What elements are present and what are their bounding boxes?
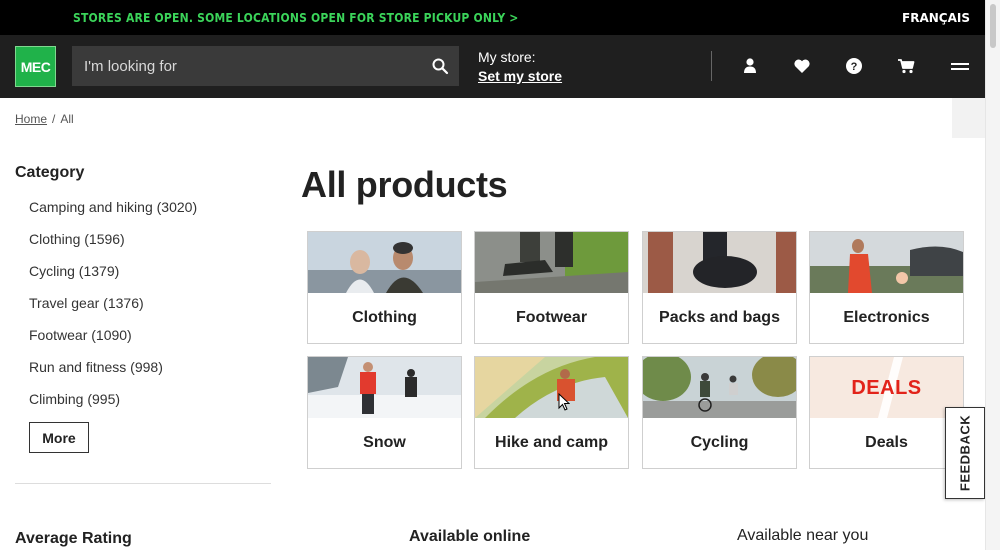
category-heading: Category — [15, 164, 85, 181]
cart-icon[interactable] — [897, 57, 915, 75]
deals-image-text: DEALS — [851, 377, 922, 399]
search-bar — [72, 46, 459, 86]
feedback-tab[interactable]: FEEDBACK — [945, 407, 985, 499]
category-item[interactable]: Climbing (995) — [29, 391, 197, 423]
available-near-you-heading: Available near you — [737, 527, 869, 544]
category-tile-clothing[interactable]: Clothing — [307, 231, 462, 344]
snow-image — [308, 357, 461, 418]
language-link[interactable]: FRANÇAIS — [902, 11, 970, 25]
tile-label: Electronics — [843, 309, 930, 326]
heart-icon[interactable] — [793, 57, 811, 75]
feedback-label: FEEDBACK — [957, 414, 973, 492]
set-my-store-link[interactable]: Set my store — [478, 68, 562, 84]
tile-label: Deals — [865, 434, 908, 451]
tile-label: Cycling — [690, 434, 749, 451]
more-categories-button[interactable]: More — [29, 422, 89, 453]
category-tile-footwear[interactable]: Footwear — [474, 231, 629, 344]
category-item[interactable]: Travel gear (1376) — [29, 295, 197, 327]
category-item[interactable]: Run and fitness (998) — [29, 359, 197, 391]
site-header: MEC My store: Set my store ? — [0, 35, 985, 98]
page-title: All products — [301, 164, 508, 205]
category-item[interactable]: Cycling (1379) — [29, 263, 197, 295]
tile-label: Footwear — [515, 309, 588, 326]
clothing-image — [308, 232, 461, 293]
breadcrumb: Home / All — [15, 112, 74, 126]
category-tile-deals[interactable]: DEALS Deals — [809, 356, 964, 469]
user-icon[interactable] — [741, 57, 759, 75]
svg-text:?: ? — [851, 61, 858, 73]
category-item[interactable]: Clothing (1596) — [29, 231, 197, 263]
help-icon[interactable]: ? — [845, 57, 863, 75]
tile-label: Hike and camp — [495, 434, 608, 451]
category-item[interactable]: Footwear (1090) — [29, 327, 197, 359]
my-store-label: My store: — [478, 49, 536, 65]
category-tile-hike-and-camp[interactable]: Hike and camp — [474, 356, 629, 469]
scrollbar-thumb[interactable] — [990, 4, 996, 48]
electronics-image — [810, 232, 963, 293]
store-status-link[interactable]: STORES ARE OPEN. SOME LOCATIONS OPEN FOR… — [73, 11, 519, 25]
category-tile-packs-and-bags[interactable]: Packs and bags — [642, 231, 797, 344]
category-item[interactable]: Camping and hiking (3020) — [29, 199, 197, 231]
tile-label: Snow — [363, 434, 406, 451]
scrollbar[interactable] — [985, 0, 1000, 550]
header-divider — [711, 51, 712, 81]
announcement-bar: STORES ARE OPEN. SOME LOCATIONS OPEN FOR… — [0, 0, 985, 35]
mouse-cursor-icon — [558, 393, 570, 411]
tile-label: Clothing — [352, 309, 417, 326]
right-edge-panel — [952, 98, 985, 138]
cycling-image — [643, 357, 796, 418]
tile-label: Packs and bags — [659, 309, 780, 326]
breadcrumb-home[interactable]: Home — [15, 112, 47, 126]
search-input[interactable] — [72, 46, 422, 86]
breadcrumb-current: All — [60, 112, 74, 126]
sidebar-divider — [15, 483, 271, 484]
available-online-heading: Available online — [409, 528, 531, 545]
category-tile-electronics[interactable]: Electronics — [809, 231, 964, 344]
menu-icon[interactable] — [950, 57, 970, 75]
search-icon[interactable] — [431, 57, 449, 75]
packs-and-bags-image — [643, 232, 796, 293]
category-list: Camping and hiking (3020) Clothing (1596… — [29, 199, 197, 423]
deals-image: DEALS — [810, 357, 963, 418]
hike-and-camp-image — [475, 357, 628, 418]
breadcrumb-separator: / — [52, 112, 56, 126]
category-tile-cycling[interactable]: Cycling — [642, 356, 797, 469]
average-rating-heading: Average Rating — [15, 530, 132, 547]
footwear-image — [475, 232, 628, 293]
category-tile-snow[interactable]: Snow — [307, 356, 462, 469]
mec-logo[interactable]: MEC — [15, 46, 56, 87]
